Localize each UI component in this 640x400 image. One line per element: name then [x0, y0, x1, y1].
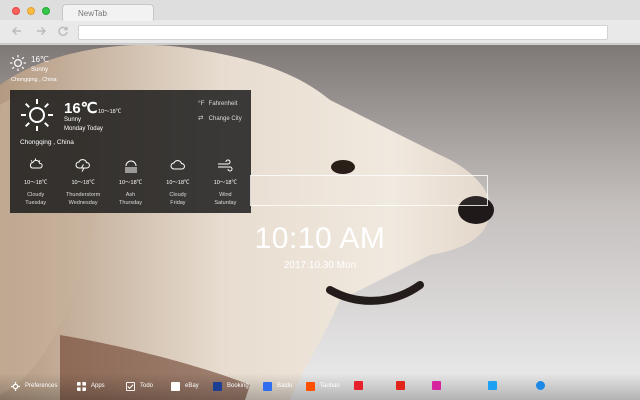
sun-icon — [21, 99, 53, 131]
shortcut-baidu[interactable]: Baidu — [263, 381, 292, 392]
arrow-right-icon — [37, 27, 46, 35]
forecast-condition: Cloudy — [27, 192, 45, 198]
shortcut-taobao[interactable]: Taobao — [306, 381, 340, 392]
fahrenheit-icon: °F — [198, 100, 205, 107]
reload-button[interactable] — [56, 25, 70, 39]
shortcut-label: eBay — [185, 383, 199, 389]
bottom-bar: Preferences Apps Todo eBay Booking Baidu… — [0, 373, 640, 400]
wind-icon — [218, 159, 233, 172]
forecast-weekday: Thursday — [119, 200, 142, 206]
shortcut-red-app[interactable] — [354, 381, 368, 392]
shortcut-booking[interactable]: Booking — [213, 381, 249, 392]
browser-chrome: NewTab — [0, 0, 640, 44]
forecast-day: 10～18℃ Cloudy Tuesday — [12, 157, 59, 211]
clock-time: 10:10 AM — [254, 222, 386, 255]
forecast-condition: Wind — [219, 192, 232, 198]
forecast-weekday: Tuesday — [25, 200, 47, 206]
forecast-range: 10～18℃ — [118, 180, 143, 186]
forecast-range: 10～18℃ — [166, 180, 190, 186]
tab-strip: NewTab — [0, 0, 640, 21]
forward-button[interactable] — [34, 25, 48, 39]
clock-date: 2017.10.30 Mon — [283, 260, 357, 271]
fahrenheit-label: Fahrenheit — [208, 101, 238, 107]
apps-label: Apps — [91, 383, 105, 389]
sun-icon — [10, 55, 26, 71]
cloudy-sun-icon — [29, 158, 43, 169]
forecast-condition: Ash — [125, 192, 136, 198]
todo-button[interactable]: Todo — [126, 381, 153, 392]
instagram-icon — [432, 381, 441, 390]
back-button[interactable] — [10, 25, 24, 39]
forecast-day: 10～18℃ Cloudy Friday — [154, 157, 201, 211]
forecast-condition: Cloudy — [169, 192, 187, 198]
shortcut-label: Taobao — [320, 383, 340, 389]
shortcut-label: Baidu — [277, 383, 293, 389]
shortcut-instagram[interactable] — [432, 381, 446, 392]
cloud-icon — [170, 160, 185, 170]
todo-label: Todo — [140, 383, 154, 389]
tab-title: NewTab — [78, 9, 107, 18]
forecast-condition: Thunderstorm — [65, 192, 101, 198]
grid-icon — [77, 382, 86, 391]
weather-mini-condition: Sunny — [31, 67, 49, 73]
forecast-day: 10～18℃ Ash Thursday — [107, 157, 154, 211]
ash-icon — [124, 160, 137, 173]
weather-widget[interactable]: 16℃ Sunny Chongqing , China — [9, 53, 59, 87]
change-city-label: Change City — [208, 116, 242, 122]
arrow-left-icon — [12, 27, 21, 35]
forecast-weekday: Wednesday — [68, 200, 98, 206]
close-window-button[interactable] — [12, 7, 20, 15]
weather-mini-city: Chongqing , China — [11, 77, 57, 83]
weather-day: Monday Today — [64, 126, 103, 132]
fahrenheit-toggle[interactable]: °F Fahrenheit — [198, 100, 237, 107]
weather-panel: 16℃ 10～18℃ Sunny Monday Today Chongqing … — [10, 90, 251, 213]
twitter-icon — [488, 381, 497, 390]
booking-icon — [213, 382, 222, 391]
forecast-weekday: Saturday — [214, 200, 237, 206]
maximize-window-button[interactable] — [42, 7, 50, 15]
change-city-button[interactable]: ⇄ Change City — [198, 114, 242, 122]
swap-icon: ⇄ — [198, 115, 204, 122]
forecast-day: 10～18℃ Wind Saturday — [202, 157, 249, 211]
shortcut-ebay[interactable]: eBay — [171, 381, 199, 392]
shortcut-twitter[interactable] — [488, 381, 502, 392]
checkbox-icon — [126, 382, 135, 391]
jd-icon — [396, 381, 405, 390]
minimize-window-button[interactable] — [27, 7, 35, 15]
address-bar[interactable] — [78, 25, 608, 40]
ebay-icon — [171, 382, 180, 391]
reload-icon — [58, 26, 68, 36]
messenger-icon — [536, 381, 545, 390]
shortcut-messenger[interactable] — [536, 381, 550, 392]
forecast-range: 10～18℃ — [213, 180, 237, 186]
tab-newtab[interactable]: NewTab — [62, 4, 154, 21]
gear-icon — [11, 382, 20, 391]
forecast-weekday: Friday — [170, 200, 186, 206]
thunderstorm-icon — [75, 159, 91, 172]
preferences-button[interactable]: Preferences — [11, 381, 57, 392]
weather-mini-temp: 16℃ — [31, 55, 49, 64]
weather-range: 10～18℃ — [98, 109, 122, 115]
red-app-icon — [354, 381, 363, 390]
forecast-day: 10～18℃ Thunderstorm Wednesday — [59, 157, 106, 211]
forecast-row: 10～18℃ Cloudy Tuesday 10～18℃ Thunderstor… — [12, 157, 249, 211]
shortcut-label: Booking — [227, 383, 249, 389]
weather-city: Chongqing , China — [20, 139, 74, 146]
baidu-icon — [263, 382, 272, 391]
newtab-page: 16℃ Sunny Chongqing , China 16℃ 10～18℃ S… — [0, 45, 640, 400]
apps-button[interactable]: Apps — [77, 381, 105, 392]
forecast-range: 10～18℃ — [71, 180, 95, 186]
search-input[interactable] — [250, 175, 488, 206]
preferences-label: Preferences — [25, 383, 58, 389]
weather-condition: Sunny — [64, 117, 82, 123]
weather-temp: 16℃ — [64, 100, 98, 117]
forecast-range: 10～18℃ — [24, 180, 48, 186]
taobao-icon — [306, 382, 315, 391]
shortcut-jd[interactable] — [396, 381, 410, 392]
